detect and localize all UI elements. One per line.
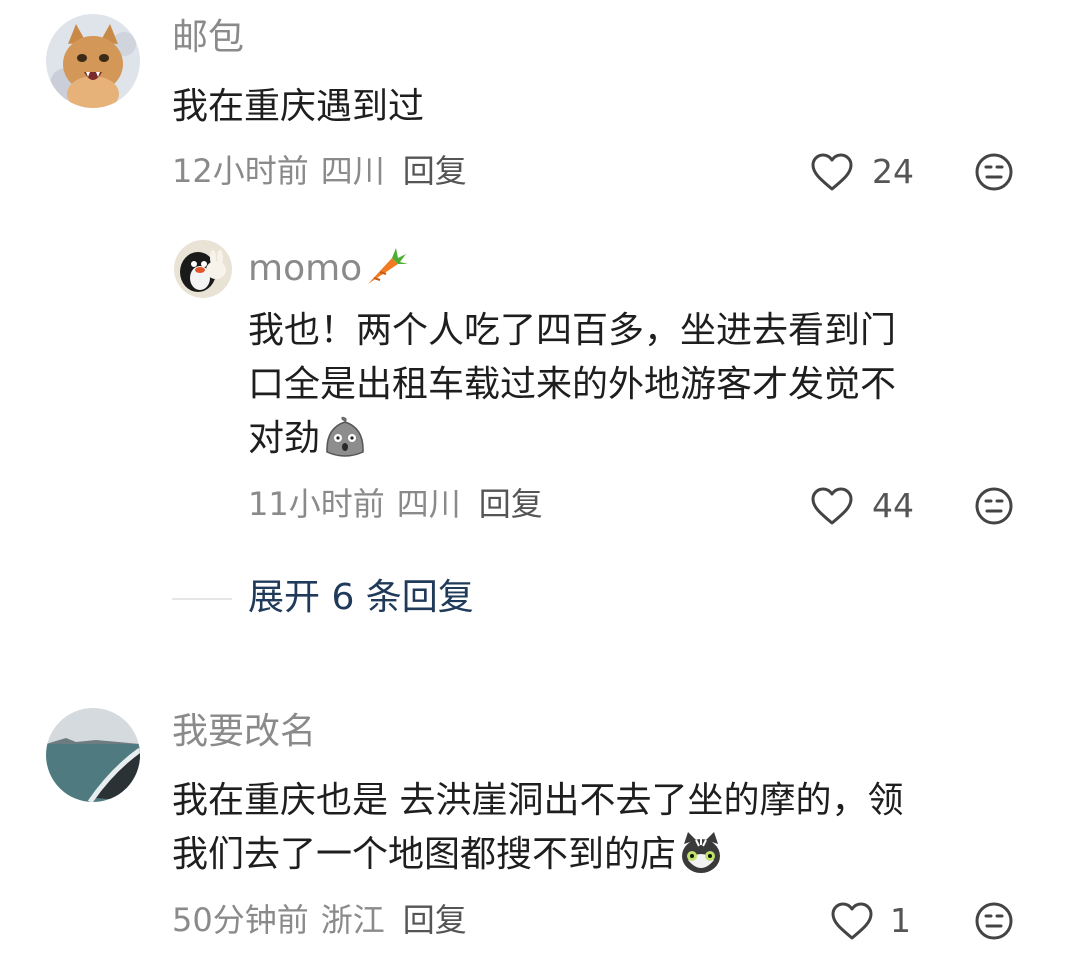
comment-username[interactable]: 邮包 [172,16,244,60]
shocked-blob-emoji [326,416,364,457]
comment-time: 50分钟前 [172,901,309,939]
heart-outline-icon[interactable] [810,486,854,526]
comment-location: 四川 [320,152,385,190]
reply-username-text: momo [248,248,363,289]
reply-button[interactable]: 回复 [479,485,543,523]
heart-outline-icon[interactable] [810,152,854,192]
comment-text: 我在重庆也是 去洪崖洞出不去了坐的摩的，领 我们去了一个地图都搜不到的店 [172,774,903,882]
reply-meta: 11小时前 四川 回复 [248,484,555,524]
expand-replies-button[interactable]: 展开 6 条回复 [248,576,474,620]
expand-divider [172,598,232,600]
reply-text: 我也！两个人吃了四百多，坐进去看到门 口全是出租车载过来的外地游客才发觉不 对劲 [248,304,896,466]
comment-meta: 50分钟前 浙江 回复 [172,900,479,940]
avatar-cat[interactable] [46,14,140,108]
comment-username[interactable]: 我要改名 [172,710,316,754]
heart-outline-icon[interactable] [830,901,874,941]
reply-button[interactable]: 回复 [403,901,467,939]
like-count: 24 [872,152,914,191]
neutral-face-icon[interactable] [974,901,1014,941]
reply-button[interactable]: 回复 [403,152,467,190]
like-count: 44 [872,486,914,525]
sweating-cat-emoji [682,832,721,873]
carrot-emoji [368,248,409,284]
neutral-face-icon[interactable] [974,486,1014,526]
reply-time: 11小时前 [248,485,385,523]
avatar-penguin[interactable] [174,240,232,298]
comment-time: 12小时前 [172,152,309,190]
like-count: 1 [890,901,911,940]
avatar-seascape[interactable] [46,708,140,802]
comment-text-body: 我在重庆也是 去洪崖洞出不去了坐的摩的，领 我们去了一个地图都搜不到的店 [172,780,904,875]
comment-location: 浙江 [320,901,385,939]
comment-text: 我在重庆遇到过 [172,86,425,127]
neutral-face-icon[interactable] [974,152,1014,192]
comment-meta: 12小时前 四川 回复 [172,151,479,191]
reply-location: 四川 [396,485,461,523]
reply-username[interactable]: momo [248,244,410,291]
